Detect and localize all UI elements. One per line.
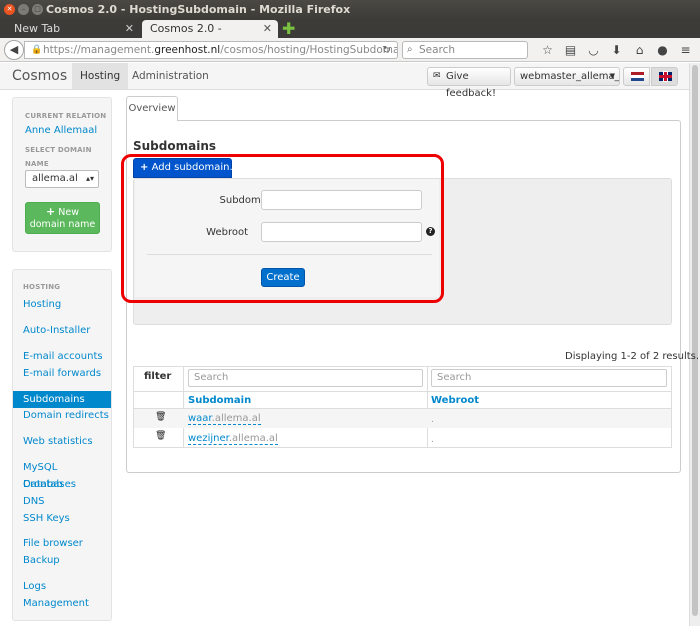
sidebar-nav: HOSTING Hosting Auto-Installer E-mail ac… [12,269,112,621]
maximize-icon[interactable]: □ [32,4,43,15]
webroot-value: . [431,415,434,425]
give-feedback-button[interactable]: ✉ Give feedback! [427,67,511,99]
dutch-flag-icon [631,72,644,81]
subdomain-link[interactable]: waar.allema.al [188,413,261,425]
sidebar-item-subdomains[interactable]: Subdomains [13,391,111,408]
navigation-bar: ◀ 🔒 https://management.greenhost.nl/cosm… [0,38,700,62]
url-host: greenhost.nl [154,44,221,56]
filter-label: filter [144,371,172,382]
subdomain-name: waar [188,413,212,424]
search-placeholder: Search [419,44,456,56]
sidebar-item-email-accounts[interactable]: E-mail accounts [13,348,111,365]
sidebar-item-mysql[interactable]: MySQL Databases [13,459,111,490]
webroot-value: . [431,435,434,445]
tab-strip: New Tab ✕ Cosmos 2.0 - HostingSu... ✕ ✚ [0,20,700,53]
subdomain-domain: .allema.al [211,413,261,424]
feedback-label: Give feedback! [446,71,496,99]
chat-icon[interactable]: ● [651,42,674,58]
sidebar-relation-panel: CURRENT RELATION Anne Allemaal SELECT DO… [12,97,112,252]
current-relation-heading: CURRENT RELATION [25,112,107,120]
tab-overview[interactable]: Overview [126,96,178,121]
back-icon[interactable]: ◀ [4,40,24,60]
home-icon[interactable]: ⌂ [628,42,651,58]
column-webroot[interactable]: Webroot [431,395,479,406]
new-domain-label-1: New [58,207,79,218]
tab-cosmos[interactable]: Cosmos 2.0 - HostingSu... ✕ [142,20,278,53]
results-count: Displaying 1-2 of 2 results. [565,351,700,362]
domain-select[interactable]: allema.al ▴▾ [25,170,99,188]
url-bar[interactable]: 🔒 https://management.greenhost.nl/cosmos… [24,41,398,59]
reading-list-icon[interactable]: ▤ [559,42,582,58]
sidebar-item-email-forwards[interactable]: E-mail forwards [13,365,111,382]
sidebar-item-dns[interactable]: DNS [13,493,111,510]
trash-icon[interactable]: 🗑 [155,431,166,441]
trash-icon[interactable]: 🗑 [155,412,166,422]
app-header: Cosmos Hosting Administration ✉ Give fee… [0,63,689,99]
menu-icon[interactable]: ≡ [674,42,697,58]
bookmark-star-icon[interactable]: ☆ [536,42,559,58]
tab-new-tab[interactable]: New Tab ✕ [0,20,140,38]
sidebar-item-backup[interactable]: Backup [13,552,111,569]
scrollbar-thumb[interactable] [692,65,698,616]
minimize-icon[interactable]: – [18,4,29,15]
select-arrows-icon: ▴▾ [85,174,94,183]
pocket-icon[interactable]: ◡ [582,42,605,58]
url-path: /cosmos/hosting/HostingSubdomain [220,44,398,56]
table-divider [133,391,672,392]
window-titlebar: ✕ – □ Cosmos 2.0 - HostingSubdomain - Mo… [0,0,700,20]
new-domain-label-2: domain name [29,219,96,230]
browser-search-input[interactable]: ⌕ Search [402,41,528,59]
envelope-icon: ✉ [433,71,441,81]
sidebar-item-web-statistics[interactable]: Web statistics [13,433,111,450]
uk-flag-icon [659,72,672,81]
selected-domain: allema.al [32,173,78,184]
sidebar-item-hosting[interactable]: Hosting [13,296,111,313]
webroot-filter-input[interactable]: Search [431,369,667,387]
sidebar-item-crontab[interactable]: Crontab [13,476,111,493]
user-label: webmaster_allema_al [520,71,620,82]
highlight-annotation [121,154,444,303]
column-subdomain[interactable]: Subdomain [188,395,251,406]
tab-label: New Tab [14,22,61,35]
url-scheme: https://management. [43,44,155,56]
user-dropdown[interactable]: webmaster_allema_al ▼ [514,67,620,86]
sidebar-item-logs[interactable]: Logs [13,578,111,595]
sidebar-item-file-browser[interactable]: File browser [13,535,111,552]
page-title: Subdomains [133,139,217,153]
subdomain-domain: .allema.al [228,433,278,444]
nav-hosting[interactable]: Hosting [72,63,129,89]
sidebar-item-ssh-keys[interactable]: SSH Keys [13,510,111,527]
language-english-button[interactable] [651,67,678,86]
hosting-heading: HOSTING [23,283,61,291]
relation-name-link[interactable]: Anne Allemaal [25,125,97,136]
caret-down-icon: ▼ [609,72,615,80]
sidebar-item-auto-installer[interactable]: Auto-Installer [13,322,111,339]
new-tab-icon[interactable]: ✚ [282,21,295,37]
nav-administration[interactable]: Administration [124,63,217,89]
window-title: Cosmos 2.0 - HostingSubdomain - Mozilla … [46,3,351,16]
brand-logo[interactable]: Cosmos [12,68,67,84]
language-dutch-button[interactable] [623,67,650,86]
plus-icon: + [46,205,56,218]
close-icon[interactable]: ✕ [4,4,15,15]
sidebar-item-domain-redirects[interactable]: Domain redirects [13,407,111,424]
name-heading: NAME [25,160,49,168]
subdomain-link[interactable]: wezijner.allema.al [188,433,278,445]
tab-close-icon[interactable]: ✕ [263,20,272,38]
reload-icon[interactable]: ↻ [382,42,391,58]
lock-icon: 🔒 [31,45,43,55]
new-domain-button[interactable]: + New domain name [25,202,100,234]
search-icon: ⌕ [407,44,413,55]
page-scrollbar[interactable] [689,63,700,626]
select-domain-heading: SELECT DOMAIN [25,146,92,154]
download-icon[interactable]: ⬇ [605,42,628,58]
subdomain-filter-input[interactable]: Search [188,369,423,387]
subdomain-name: wezijner [188,433,229,444]
tab-close-icon[interactable]: ✕ [125,20,134,38]
sidebar-item-management[interactable]: Management [13,595,111,612]
